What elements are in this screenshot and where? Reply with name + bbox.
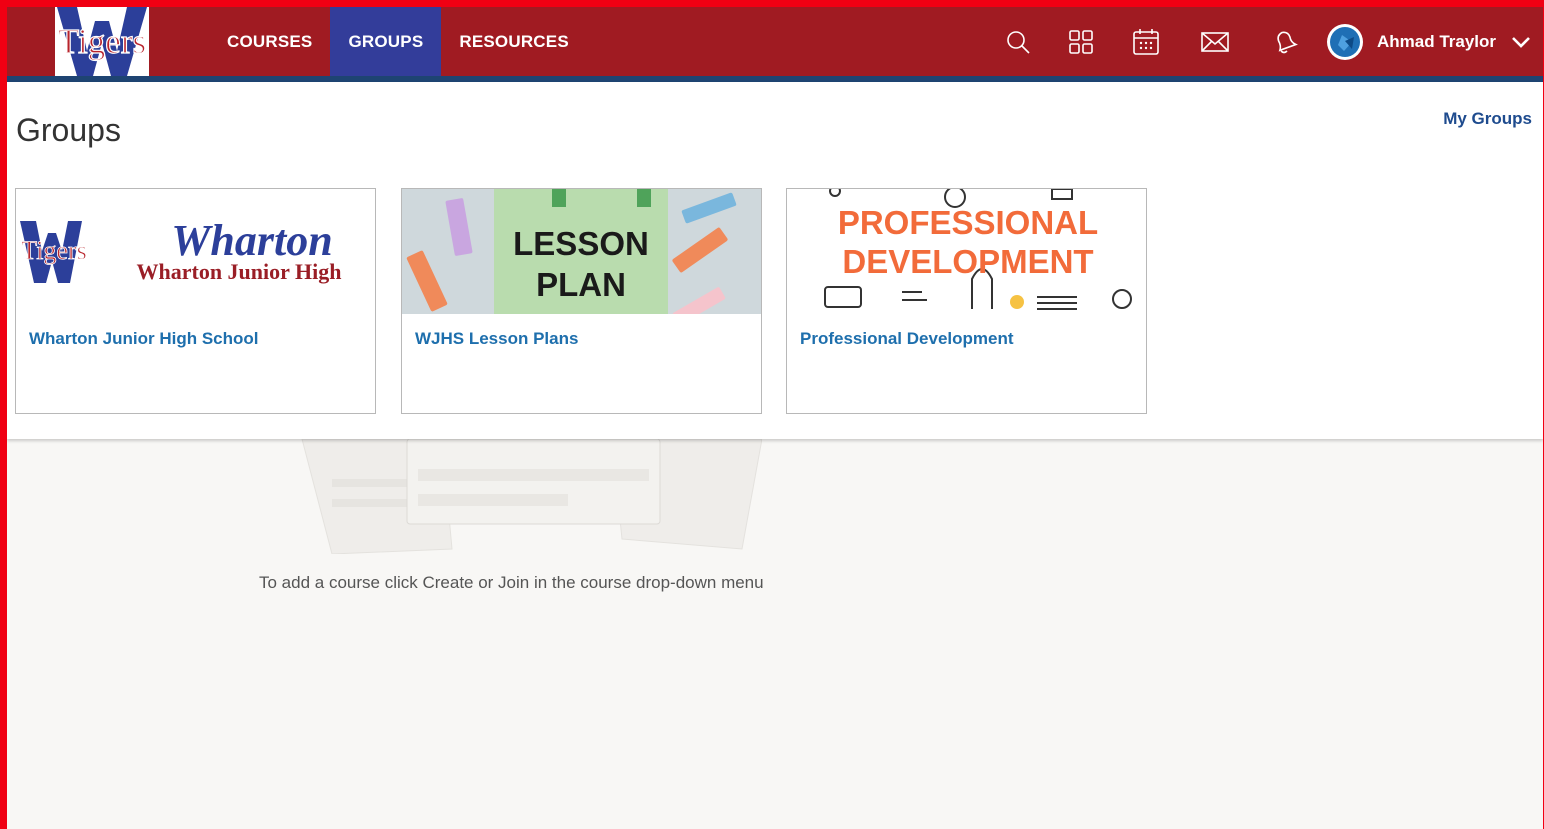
top-navigation-bar: Tigers COURSES GROUPS RESOURCES Ahmad Tr… bbox=[7, 7, 1543, 76]
svg-text:Wharton: Wharton bbox=[171, 216, 332, 265]
user-name: Ahmad Traylor bbox=[1377, 32, 1497, 51]
svg-text:Tigers: Tigers bbox=[21, 236, 87, 265]
mail-icon[interactable] bbox=[1200, 27, 1230, 57]
empty-state-message: To add a course click Create or Join in … bbox=[259, 573, 764, 592]
nav-resources[interactable]: RESOURCES bbox=[441, 7, 587, 76]
school-logo[interactable]: Tigers bbox=[55, 7, 149, 76]
group-card-wharton[interactable]: Tigers Wharton Wharton Junior High Whart… bbox=[15, 188, 376, 414]
group-card-image: PROFESSIONAL DEVELOPMENT bbox=[787, 189, 1146, 314]
groups-panel: Groups My Groups Tigers Wharton Wharton … bbox=[7, 82, 1543, 439]
page-title: Groups bbox=[16, 112, 121, 148]
svg-text:DEVELOPMENT: DEVELOPMENT bbox=[842, 243, 1093, 280]
svg-text:PROFESSIONAL: PROFESSIONAL bbox=[838, 204, 1098, 241]
svg-text:Wharton Junior High: Wharton Junior High bbox=[137, 259, 342, 284]
user-menu[interactable]: Ahmad Traylor bbox=[1327, 24, 1532, 60]
calendar-icon[interactable] bbox=[1131, 27, 1161, 57]
apps-grid-icon[interactable] bbox=[1066, 27, 1096, 57]
group-card-lesson-plans[interactable]: LESSON PLAN WJHS Lesson Plans bbox=[401, 188, 762, 414]
svg-text:LESSON: LESSON bbox=[513, 225, 649, 262]
chevron-down-icon[interactable] bbox=[1510, 31, 1532, 53]
nav-courses[interactable]: COURSES bbox=[209, 7, 330, 76]
main-nav: COURSES GROUPS RESOURCES bbox=[209, 7, 587, 76]
search-icon[interactable] bbox=[1003, 27, 1033, 57]
avatar bbox=[1327, 24, 1363, 60]
logo-text: Tigers bbox=[58, 22, 146, 61]
app-window: Tigers COURSES GROUPS RESOURCES Ahmad Tr… bbox=[7, 7, 1543, 829]
group-card-title[interactable]: Professional Development bbox=[800, 329, 1014, 349]
nav-groups[interactable]: GROUPS bbox=[330, 7, 442, 76]
my-groups-link[interactable]: My Groups bbox=[1443, 109, 1532, 129]
group-card-title[interactable]: WJHS Lesson Plans bbox=[415, 329, 578, 349]
group-card-title[interactable]: Wharton Junior High School bbox=[29, 329, 258, 349]
svg-text:PLAN: PLAN bbox=[536, 266, 626, 303]
group-card-image: Tigers Wharton Wharton Junior High bbox=[16, 189, 375, 314]
empty-state-illustration bbox=[292, 438, 763, 555]
group-card-professional-development[interactable]: PROFESSIONAL DEVELOPMENT Professional De… bbox=[786, 188, 1147, 414]
group-card-image: LESSON PLAN bbox=[402, 189, 761, 314]
bell-icon[interactable] bbox=[1269, 27, 1299, 57]
